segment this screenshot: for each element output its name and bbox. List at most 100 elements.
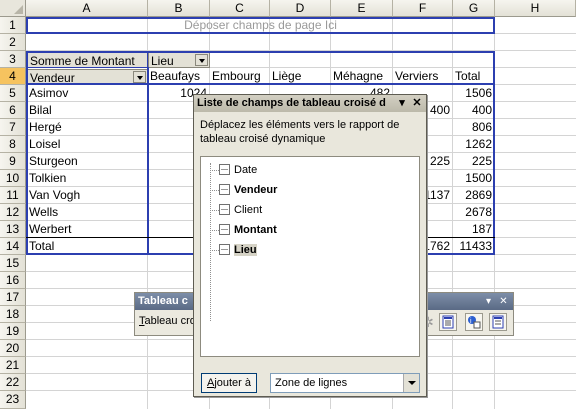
- row-header-1[interactable]: 1: [0, 17, 26, 34]
- column-header-g[interactable]: G: [453, 0, 495, 17]
- area-select-value: Zone de lignes: [275, 377, 348, 389]
- field-label: Date: [234, 164, 258, 177]
- pane-description: Déplacez les éléments vers le rapport de…: [200, 119, 400, 145]
- value-cell[interactable]: 2869: [453, 187, 494, 204]
- column-label-beaufays: Beaufays: [150, 69, 201, 83]
- chevron-down-icon[interactable]: [403, 374, 419, 392]
- field-item-montant[interactable]: Montant: [219, 222, 277, 238]
- value-cell[interactable]: 225: [453, 153, 494, 170]
- field-list-icon[interactable]: [489, 313, 507, 331]
- column-header-c[interactable]: C: [210, 0, 270, 17]
- value-cell[interactable]: 1262: [453, 136, 494, 153]
- row-label[interactable]: Werbert: [27, 221, 147, 238]
- row-header-2[interactable]: 2: [0, 34, 26, 51]
- field-checkbox[interactable]: [219, 223, 230, 235]
- field-label: Vendeur: [234, 184, 278, 197]
- chevron-down-icon[interactable]: [133, 71, 146, 83]
- field-item-client[interactable]: Client: [219, 202, 262, 218]
- row-header-5[interactable]: 5: [0, 85, 26, 102]
- field-item-vendeur[interactable]: Vendeur: [219, 182, 277, 198]
- area-select[interactable]: Zone de lignes: [270, 373, 420, 393]
- menu-label: ableau cro: [144, 315, 196, 327]
- field-checkbox[interactable]: [219, 243, 230, 255]
- gridline: [26, 50, 576, 51]
- column-header-d[interactable]: D: [270, 0, 331, 17]
- column-header-e[interactable]: E: [331, 0, 393, 17]
- tree-branch: [210, 250, 219, 251]
- row-header-16[interactable]: 16: [0, 272, 26, 289]
- column-label-liege: Liège: [272, 69, 302, 83]
- row-header-9[interactable]: 9: [0, 153, 26, 170]
- value-cell[interactable]: 11433: [453, 238, 494, 255]
- row-header-18[interactable]: 18: [0, 306, 26, 323]
- button-label: jouter à: [214, 377, 252, 389]
- field-checkbox[interactable]: [219, 183, 230, 195]
- row-header-20[interactable]: 20: [0, 340, 26, 357]
- row-label[interactable]: Wells: [27, 204, 147, 221]
- tree-branch: [210, 230, 219, 231]
- pivot-table-menu[interactable]: Tableau cro: [139, 315, 196, 327]
- field-item-date[interactable]: Date: [219, 162, 257, 178]
- row-header-17[interactable]: 17: [0, 289, 26, 306]
- column-header-b[interactable]: B: [148, 0, 210, 17]
- value-cell[interactable]: 400: [453, 102, 494, 119]
- column-header-a[interactable]: A: [26, 0, 148, 17]
- row-header-10[interactable]: 10: [0, 170, 26, 187]
- row-label[interactable]: Hergé: [27, 119, 147, 136]
- value-cell[interactable]: 2678: [453, 204, 494, 221]
- row-header-13[interactable]: 13: [0, 221, 26, 238]
- row-label[interactable]: Van Vogh: [27, 187, 147, 204]
- row-header-19[interactable]: 19: [0, 323, 26, 340]
- column-label-mehagne: Méhagne: [333, 69, 384, 83]
- pane-options-icon[interactable]: ▾: [396, 97, 408, 110]
- row-header-8[interactable]: 8: [0, 136, 26, 153]
- row-field-label: Vendeur: [30, 71, 75, 85]
- add-to-button[interactable]: Ajouter à: [201, 373, 257, 393]
- value-cell[interactable]: 187: [453, 221, 494, 238]
- column-label-total: Total: [455, 69, 481, 83]
- tree-branch: [210, 210, 219, 211]
- row-label[interactable]: Asimov: [27, 85, 147, 102]
- format-report-icon[interactable]: [439, 313, 457, 331]
- row-header-6[interactable]: 6: [0, 102, 26, 119]
- field-label: Montant: [234, 224, 277, 237]
- row-header-15[interactable]: 15: [0, 255, 26, 272]
- row-header-12[interactable]: 12: [0, 204, 26, 221]
- value-cell[interactable]: 806: [453, 119, 494, 136]
- field-list[interactable]: Date Vendeur Client Montant Lieu: [200, 156, 420, 357]
- page-field-drop-area[interactable]: Déposer champs de page Ici: [26, 17, 495, 34]
- row-header-14[interactable]: 14: [0, 238, 26, 255]
- row-label[interactable]: Bilal: [27, 102, 147, 119]
- row-header-7[interactable]: 7: [0, 119, 26, 136]
- row-header-22[interactable]: 22: [0, 374, 26, 391]
- close-icon[interactable]: ✕: [497, 295, 510, 308]
- field-checkbox[interactable]: [219, 163, 230, 175]
- value-cell[interactable]: 1506: [453, 85, 494, 102]
- close-icon[interactable]: ✕: [411, 97, 423, 110]
- data-field-button[interactable]: Somme de Montant: [27, 52, 148, 68]
- row-header-21[interactable]: 21: [0, 357, 26, 374]
- row-label[interactable]: Sturgeon: [27, 153, 147, 170]
- field-checkbox[interactable]: [219, 203, 230, 215]
- chevron-down-icon[interactable]: [195, 54, 208, 66]
- row-header-3[interactable]: 3: [0, 51, 26, 68]
- pivot-field-list-pane[interactable]: Liste de champs de tableau croisé d ▾ ✕ …: [193, 94, 427, 397]
- toolbar-options-icon[interactable]: ▾: [482, 295, 495, 308]
- field-settings-icon[interactable]: i: [465, 313, 483, 331]
- select-all-corner[interactable]: [0, 0, 26, 17]
- field-label: Client: [234, 204, 263, 217]
- row-header-11[interactable]: 11: [0, 187, 26, 204]
- field-item-lieu[interactable]: Lieu: [219, 242, 257, 258]
- row-label[interactable]: Tolkien: [27, 170, 147, 187]
- row-label[interactable]: Loisel: [27, 136, 147, 153]
- row-header-23[interactable]: 23: [0, 391, 26, 409]
- pane-title[interactable]: Liste de champs de tableau croisé d: [194, 95, 426, 112]
- value-cell[interactable]: 1500: [453, 170, 494, 187]
- row-field-button[interactable]: Vendeur: [27, 69, 148, 85]
- column-header-f[interactable]: F: [393, 0, 453, 17]
- row-header-4[interactable]: 4: [0, 68, 26, 85]
- grand-total-label[interactable]: Total: [27, 238, 147, 255]
- column-label-verviers: Verviers: [395, 69, 439, 83]
- column-field-label: Lieu: [151, 54, 174, 68]
- column-header-h[interactable]: H: [495, 0, 576, 17]
